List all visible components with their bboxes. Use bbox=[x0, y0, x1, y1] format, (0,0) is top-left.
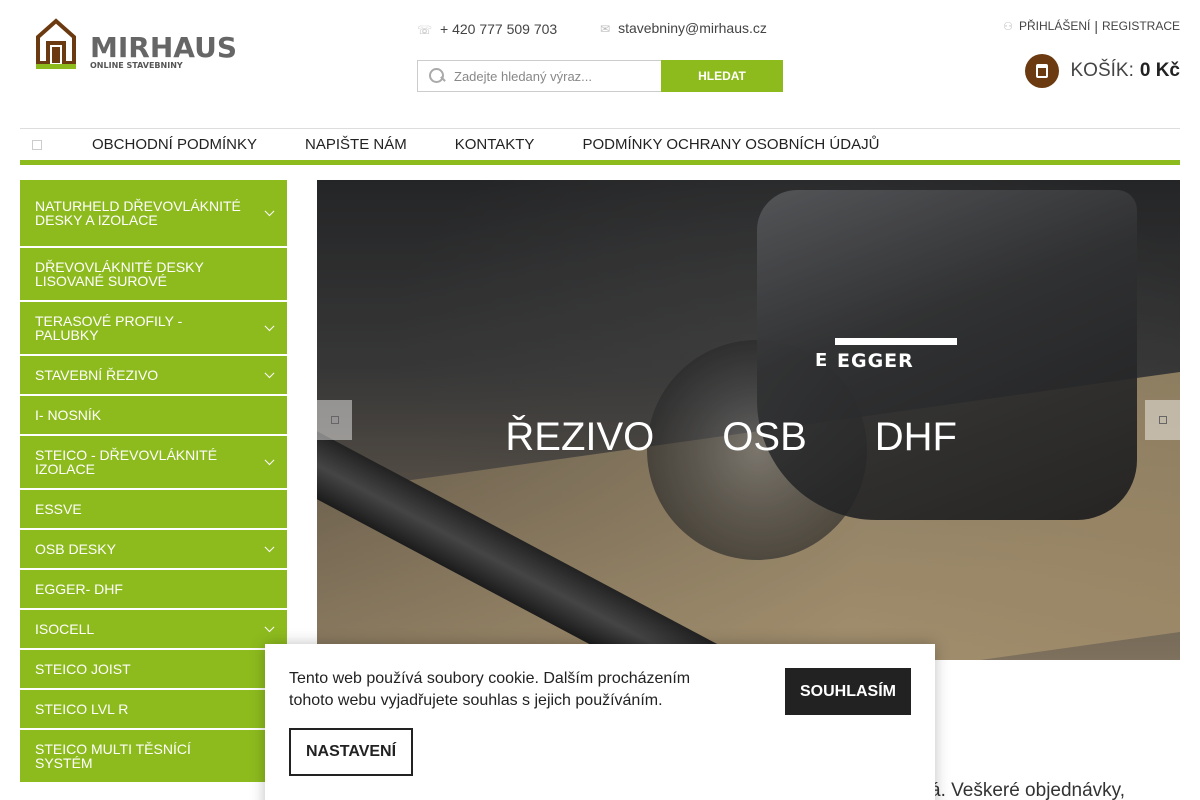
slogan-word: DHF bbox=[874, 415, 957, 459]
contact-email[interactable]: ✉ stavebniny@mirhaus.cz bbox=[600, 20, 767, 36]
mail-icon: ✉ bbox=[600, 22, 611, 36]
category-label: STEICO LVL R bbox=[35, 701, 129, 717]
nav-item-obchodni-podminky[interactable]: OBCHODNÍ PODMÍNKY bbox=[54, 136, 281, 153]
login-link[interactable]: PŘIHLÁŠENÍ bbox=[1019, 19, 1090, 33]
category-item[interactable]: STEICO LVL R bbox=[20, 690, 287, 730]
cookie-message: Tento web používá soubory cookie. Dalším… bbox=[289, 670, 691, 709]
category-label: STAVEBNÍ ŘEZIVO bbox=[35, 367, 159, 383]
cart-label: KOŠÍK: bbox=[1070, 60, 1134, 81]
arrow-right-icon bbox=[1158, 416, 1167, 424]
cart-widget[interactable]: KOŠÍK: 0 Kč bbox=[1024, 54, 1180, 88]
category-item[interactable]: NATURHELD DŘEVOVLÁKNITÉ DESKY A IZOLACE bbox=[20, 180, 287, 248]
category-item[interactable]: EGGER- DHF bbox=[20, 570, 287, 610]
category-label: STEICO - DŘEVOVLÁKNITÉ IZOLACE bbox=[35, 447, 218, 477]
category-item[interactable]: ESSVE bbox=[20, 490, 287, 530]
hero-banner[interactable]: E EGGER ŘEZIVO OSB DHF bbox=[317, 180, 1180, 660]
register-link[interactable]: REGISTRACE bbox=[1102, 19, 1180, 33]
category-label: TERASOVÉ PROFILY - PALUBKY bbox=[35, 313, 183, 343]
category-item[interactable]: STAVEBNÍ ŘEZIVO bbox=[20, 356, 287, 396]
arrow-left-icon bbox=[330, 416, 339, 424]
carousel-prev-button[interactable] bbox=[317, 400, 352, 440]
category-label: DŘEVOVLÁKNITÉ DESKY LISOVANÉ SUROVÉ bbox=[35, 259, 204, 289]
carousel-next-button[interactable] bbox=[1145, 400, 1180, 440]
search-button[interactable]: HLEDAT bbox=[661, 60, 783, 92]
chevron-down-icon[interactable] bbox=[264, 455, 275, 466]
category-item[interactable]: TERASOVÉ PROFILY - PALUBKY bbox=[20, 302, 287, 356]
cart-total: 0 Kč bbox=[1139, 60, 1180, 81]
search-icon bbox=[428, 67, 446, 85]
home-icon[interactable] bbox=[20, 129, 54, 161]
category-label: ESSVE bbox=[35, 501, 82, 517]
chevron-down-icon[interactable] bbox=[264, 542, 275, 553]
intro-text-fragment: á. Veškeré objednávky, bbox=[930, 780, 1126, 800]
category-label: EGGER- DHF bbox=[35, 581, 123, 597]
nav-item-ochrana-udaju[interactable]: PODMÍNKY OCHRANY OSOBNÍCH ÚDAJŮ bbox=[558, 136, 903, 153]
site-logo[interactable]: MIRHAUS ONLINE STAVEBNINY bbox=[36, 17, 237, 73]
slogan-word: ŘEZIVO bbox=[505, 415, 655, 459]
user-icon: ⚇ bbox=[1003, 19, 1013, 33]
egger-logo-mark: E bbox=[815, 350, 828, 371]
nav-item-kontakty[interactable]: KONTAKTY bbox=[431, 136, 559, 153]
search-box[interactable] bbox=[417, 60, 661, 92]
egger-logo-bar bbox=[835, 338, 957, 345]
search-form: HLEDAT bbox=[417, 60, 783, 92]
cookie-agree-button[interactable]: SOUHLASÍM bbox=[785, 668, 911, 715]
category-label: STEICO MULTI TĚSNÍCÍ SYSTÉM bbox=[35, 741, 191, 771]
banner-slogan: ŘEZIVO OSB DHF bbox=[505, 415, 957, 460]
category-item[interactable]: STEICO MULTI TĚSNÍCÍ SYSTÉM bbox=[20, 730, 287, 784]
category-sidebar: NATURHELD DŘEVOVLÁKNITÉ DESKY A IZOLACE … bbox=[20, 180, 287, 784]
category-item[interactable]: DŘEVOVLÁKNITÉ DESKY LISOVANÉ SUROVÉ bbox=[20, 248, 287, 302]
logo-text: MIRHAUS bbox=[90, 31, 237, 64]
chevron-down-icon[interactable] bbox=[264, 321, 275, 332]
category-label: OSB DESKY bbox=[35, 541, 116, 557]
category-item[interactable]: I- NOSNÍK bbox=[20, 396, 287, 436]
chevron-down-icon[interactable] bbox=[264, 206, 275, 217]
cookie-settings-button[interactable]: NASTAVENÍ bbox=[289, 728, 413, 776]
category-label: I- NOSNÍK bbox=[35, 407, 102, 423]
account-links: ⚇ PŘIHLÁŠENÍ | REGISTRACE bbox=[1003, 18, 1180, 34]
logo-house-icon bbox=[36, 18, 76, 69]
category-label: ISOCELL bbox=[35, 621, 95, 637]
category-item[interactable]: STEICO JOIST bbox=[20, 650, 287, 690]
cart-icon bbox=[1024, 54, 1059, 88]
email-address[interactable]: stavebniny@mirhaus.cz bbox=[618, 20, 767, 36]
category-item[interactable]: ISOCELL bbox=[20, 610, 287, 650]
phone-number[interactable]: + 420 777 509 703 bbox=[440, 21, 557, 37]
category-label: NATURHELD DŘEVOVLÁKNITÉ DESKY A IZOLACE bbox=[35, 198, 241, 228]
egger-logo-word: EGGER bbox=[837, 350, 914, 372]
chevron-down-icon[interactable] bbox=[264, 368, 275, 379]
search-input[interactable] bbox=[454, 68, 644, 84]
slogan-word: OSB bbox=[722, 415, 807, 459]
category-item[interactable]: OSB DESKY bbox=[20, 530, 287, 570]
logo-subtext: ONLINE STAVEBNINY bbox=[90, 61, 183, 70]
phone-icon: ☏ bbox=[417, 23, 433, 37]
category-item[interactable]: STEICO - DŘEVOVLÁKNITÉ IZOLACE bbox=[20, 436, 287, 490]
category-label: STEICO JOIST bbox=[35, 661, 131, 677]
main-nav: OBCHODNÍ PODMÍNKY NAPIŠTE NÁM KONTAKTY P… bbox=[20, 128, 1180, 165]
egger-logo: E EGGER bbox=[815, 338, 957, 372]
cookie-bar: Tento web používá soubory cookie. Dalším… bbox=[265, 644, 935, 800]
chevron-down-icon[interactable] bbox=[264, 622, 275, 633]
links-separator: | bbox=[1094, 18, 1098, 34]
contact-phone[interactable]: ☏ + 420 777 509 703 bbox=[417, 21, 557, 37]
nav-item-napiste-nam[interactable]: NAPIŠTE NÁM bbox=[281, 136, 431, 153]
